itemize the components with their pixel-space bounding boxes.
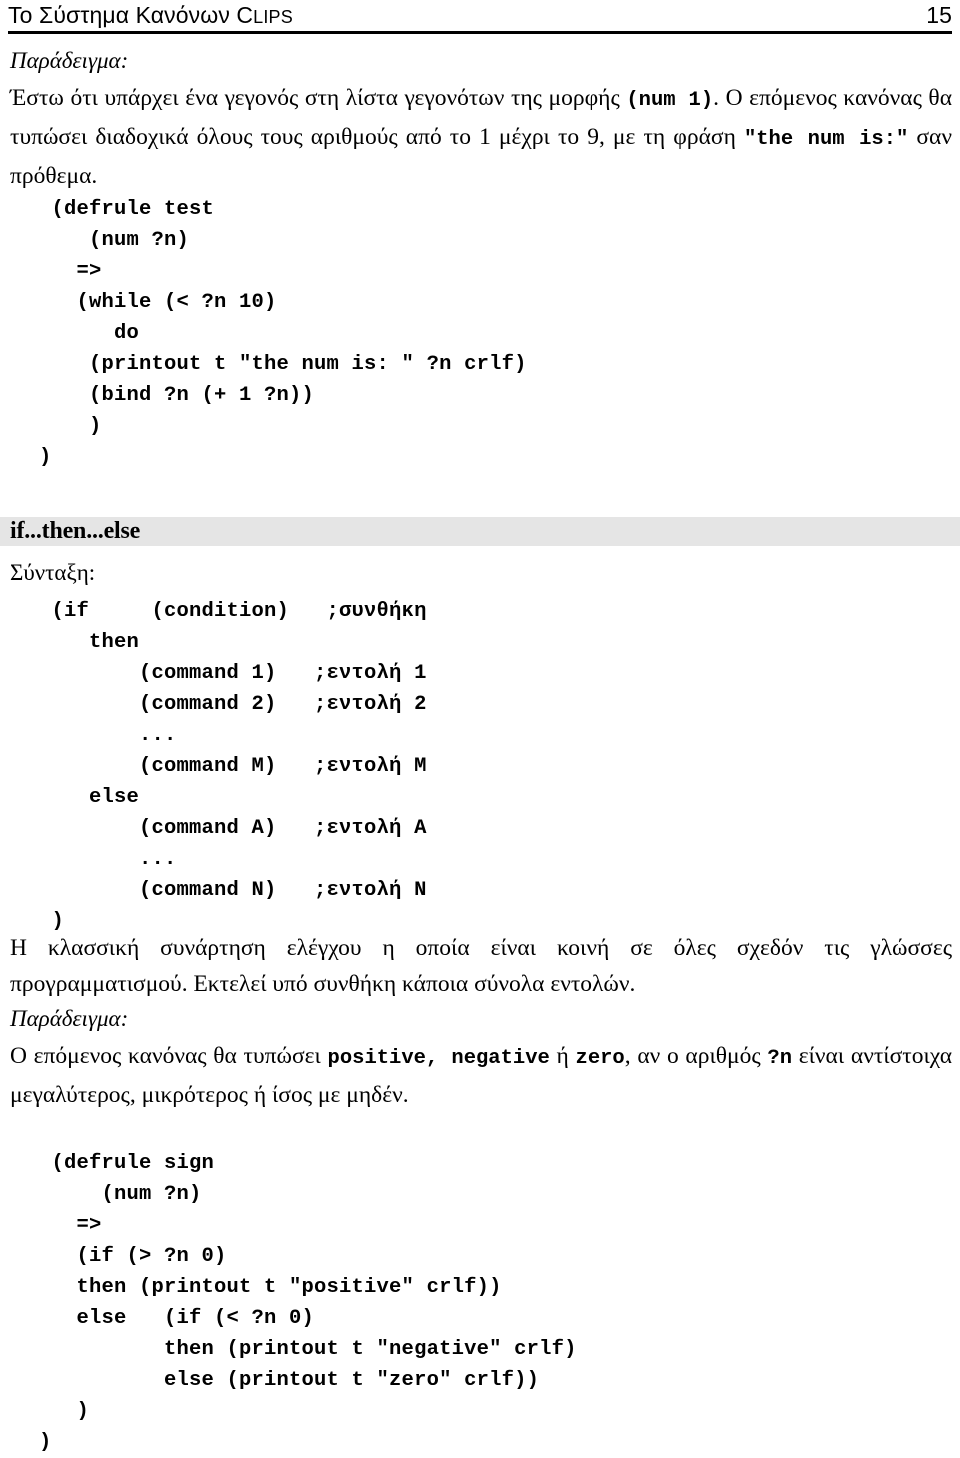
inline-code-variable-n: ?n <box>767 1047 793 1070</box>
paragraph-text-segment: Ο επόμενος κανόνας θα τυπώσει <box>10 1043 328 1069</box>
if-then-else-heading-band <box>0 517 960 546</box>
if-then-else-heading: if...then...else <box>10 518 141 544</box>
inline-code-zero: zero <box>575 1047 625 1070</box>
if-then-else-description-paragraph: Η κλασσική συνάρτηση ελέγχου η οποία είν… <box>10 930 952 1002</box>
if-then-else-syntax-code-block: (if (condition) ;συνθήκη then (command 1… <box>51 600 427 933</box>
header-title: Το Σύστημα Κανόνων CLIPS <box>8 0 293 32</box>
sign-example-paragraph: Ο επόμενος κανόνας θα τυπώσει positive, … <box>10 1038 952 1113</box>
page-number: 15 <box>926 2 952 28</box>
header-divider-rule <box>8 31 952 34</box>
while-rule-code-block: (defrule test (num ?n) => (while (< ?n 1… <box>39 198 527 469</box>
inline-code-num-fact: (num 1) <box>626 89 714 112</box>
document-page: Το Σύστημα Κανόνων CLIPS 15 Παράδειγμα: … <box>0 0 960 1454</box>
header-title-text: Το Σύστημα Κανόνων <box>8 2 237 28</box>
while-example-label: Παράδειγμα: <box>10 48 129 73</box>
paragraph-text-segment: Έστω ότι υπάρχει ένα γεγονός στη λίστα γ… <box>10 85 627 111</box>
inline-code-positive-negative: positive, negative <box>327 1047 550 1070</box>
description-text: Η κλασσική συνάρτηση ελέγχου η οποία είν… <box>10 935 952 997</box>
paragraph-text-segment: ή <box>549 1043 576 1069</box>
paragraph-text-segment: , αν ο αριθμός <box>624 1043 768 1069</box>
header-title-acronym-rest: LIPS <box>253 7 293 27</box>
sign-rule-code-block: (defrule sign (num ?n) => (if (> ?n 0) t… <box>39 1152 577 1454</box>
syntax-label: Σύνταξη: <box>10 560 96 585</box>
header-title-acronym-first: C <box>236 2 254 28</box>
sign-example-label: Παράδειγμα: <box>10 1006 129 1031</box>
while-example-paragraph: Έστω ότι υπάρχει ένα γεγονός στη λίστα γ… <box>10 80 952 194</box>
inline-code-the-num-is: "the num is:" <box>743 128 909 151</box>
